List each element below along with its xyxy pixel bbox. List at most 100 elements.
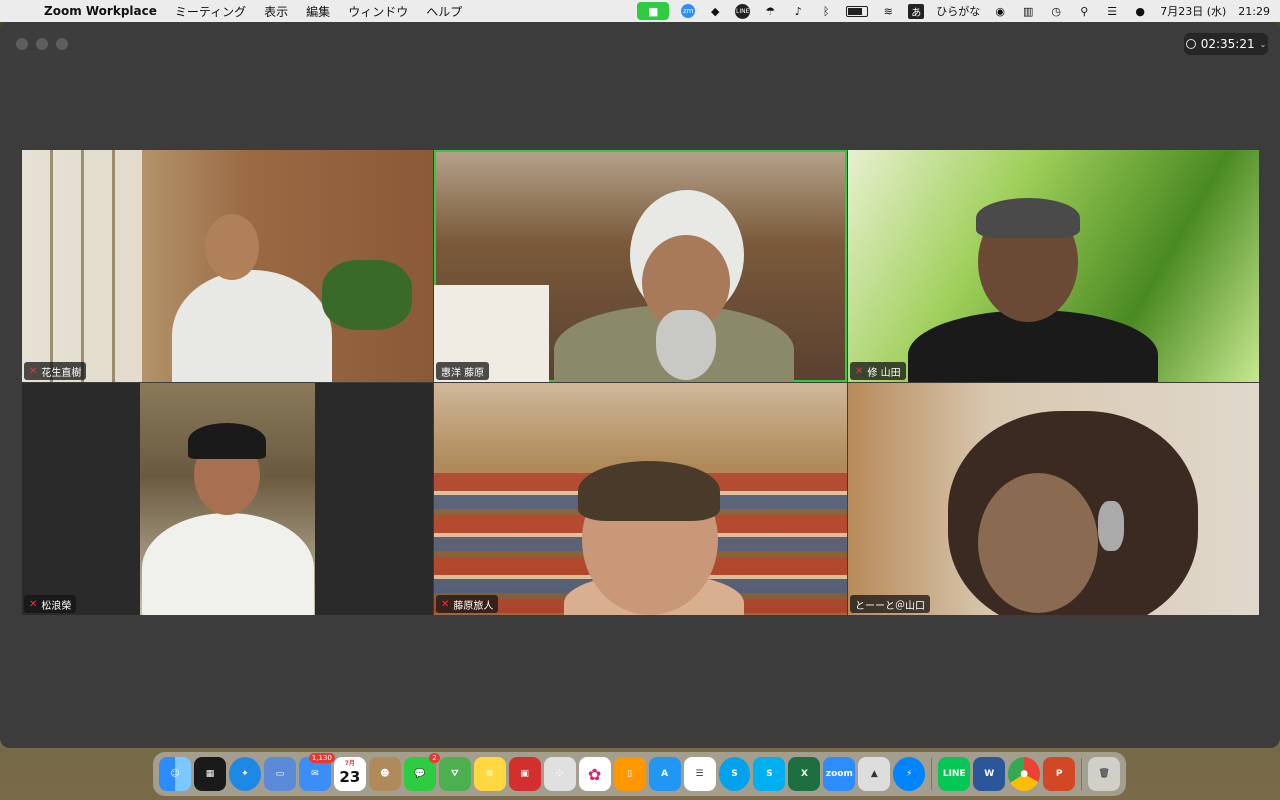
menu-window[interactable]: ウィンドウ bbox=[348, 3, 408, 20]
word-icon[interactable]: W bbox=[973, 757, 1006, 791]
chevron-down-icon: ⌄ bbox=[1259, 39, 1267, 49]
participant-cap bbox=[188, 423, 266, 459]
battery-icon[interactable] bbox=[846, 5, 869, 17]
participant-name-tag: ✕ 松浪榮 bbox=[24, 595, 77, 613]
participant-beard bbox=[656, 310, 716, 380]
participant-name-tag: とーーと＠山口 bbox=[850, 595, 930, 613]
menubar-date[interactable]: 7月23日 (水) bbox=[1160, 3, 1226, 19]
spotlight-search-icon[interactable]: ⚲ bbox=[1076, 4, 1092, 18]
calendar-month: 7月 bbox=[344, 760, 355, 767]
menu-edit[interactable]: 編集 bbox=[306, 3, 330, 20]
control-center-icon[interactable]: ☰ bbox=[1104, 4, 1120, 18]
line-icon[interactable]: LINE bbox=[938, 757, 971, 791]
participant-name-tag: ✕ 花生直樹 bbox=[24, 362, 87, 380]
weather-icon[interactable]: ☂ bbox=[762, 4, 778, 18]
launchpad-icon[interactable]: ⁘ bbox=[543, 757, 576, 791]
video-tile[interactable]: ✕ 修 山田 bbox=[848, 150, 1259, 382]
skype-for-business-icon[interactable]: S bbox=[753, 757, 786, 791]
video-tile[interactable]: ✕ 松浪榮 bbox=[22, 383, 433, 615]
siri-icon[interactable]: ● bbox=[1132, 4, 1148, 18]
meeting-timer[interactable]: 02:35:21 ⌄ bbox=[1184, 33, 1268, 55]
participant-body bbox=[142, 513, 314, 615]
user-icon[interactable]: ◉ bbox=[992, 4, 1008, 18]
menu-meeting[interactable]: ミーティング bbox=[175, 3, 246, 20]
window-controls bbox=[16, 38, 68, 50]
volume-icon[interactable]: ♪ bbox=[790, 4, 806, 18]
maps-icon[interactable]: ⛛ bbox=[438, 757, 471, 791]
photos-icon[interactable]: ✿ bbox=[578, 757, 611, 791]
meeting-timer-value: 02:35:21 bbox=[1200, 37, 1255, 51]
participant-name-tag: 惠洋 藤原 bbox=[436, 362, 490, 380]
participant-name: 松浪榮 bbox=[41, 600, 72, 612]
wifi-icon[interactable]: ≋ bbox=[880, 4, 896, 18]
menu-help[interactable]: ヘルプ bbox=[426, 3, 462, 20]
zoom-video-icon[interactable]: ■ bbox=[637, 2, 670, 20]
time-machine-icon[interactable]: ◷ bbox=[1048, 4, 1064, 18]
participant-name: 修 山田 bbox=[867, 367, 901, 379]
close-window-button[interactable] bbox=[16, 38, 28, 50]
reminders-icon[interactable]: ☰ bbox=[683, 757, 716, 791]
menu-bar: Zoom Workplace ミーティング 表示 編集 ウィンドウ ヘルプ ■ … bbox=[0, 0, 1280, 22]
powerpoint-icon[interactable]: P bbox=[1043, 757, 1076, 791]
excel-icon[interactable]: X bbox=[788, 757, 821, 791]
mail-badge: 1,130 bbox=[308, 753, 335, 763]
video-tile[interactable]: ✕ 花生直樹 bbox=[22, 150, 433, 382]
zoom-window-button[interactable] bbox=[56, 38, 68, 50]
clock-icon bbox=[1185, 39, 1196, 49]
input-method-icon[interactable]: あ bbox=[908, 3, 925, 19]
input-method-label[interactable]: ひらがな bbox=[936, 3, 980, 19]
mic-muted-icon: ✕ bbox=[29, 365, 38, 377]
app-name-menu[interactable]: Zoom Workplace bbox=[44, 4, 157, 18]
video-tile-active-speaker[interactable]: 惠洋 藤原 bbox=[434, 150, 847, 382]
menu-view[interactable]: 表示 bbox=[264, 3, 288, 20]
chrome-icon[interactable]: ● bbox=[1008, 757, 1041, 791]
calendar-day: 23 bbox=[339, 768, 361, 786]
participant-name: 藤原旅人 bbox=[453, 600, 494, 612]
mission-control-icon[interactable]: ▦ bbox=[193, 757, 226, 791]
participant-name: 惠洋 藤原 bbox=[441, 367, 485, 379]
participant-name: 花生直樹 bbox=[41, 367, 82, 379]
plant bbox=[322, 260, 412, 330]
video-tile[interactable]: ✕ 藤原旅人 bbox=[434, 383, 847, 615]
headphones bbox=[1098, 501, 1124, 551]
participant-name-tag: ✕ 藤原旅人 bbox=[436, 595, 499, 613]
messenger-icon[interactable]: ⚡ bbox=[893, 757, 926, 791]
participant-body bbox=[172, 270, 332, 382]
google-drive-icon[interactable]: ▲ bbox=[858, 757, 891, 791]
dock-separator bbox=[1081, 758, 1083, 790]
trash-icon[interactable]: 🗑 bbox=[1088, 757, 1121, 791]
dock-separator bbox=[931, 758, 933, 790]
line-status-icon[interactable]: LINE bbox=[735, 3, 751, 19]
skype-icon[interactable]: S bbox=[718, 757, 751, 791]
mic-muted-icon: ✕ bbox=[29, 598, 38, 610]
messages-icon[interactable]: 💬 2 bbox=[403, 753, 440, 791]
video-gallery: ✕ 花生直樹 惠洋 藤原 ✕ 修 山田 ✕ 松浪榮 ✕ 藤原旅人 とーーと＠山口 bbox=[22, 150, 1259, 615]
finder-icon[interactable]: ☺ bbox=[159, 757, 191, 791]
notes-icon[interactable]: ≡ bbox=[473, 757, 506, 791]
contacts-icon[interactable]: ☻ bbox=[368, 757, 401, 791]
shoji-door bbox=[22, 150, 142, 382]
participant-name: とーーと＠山口 bbox=[855, 600, 925, 612]
bluetooth-icon[interactable]: ᛒ bbox=[818, 4, 834, 18]
dock: ☺ ▦ ✦ ▭ ✉ 1,130 7月 23 ☻ 💬 2 ⛛ ≡ ▣ ⁘ ✿ ▯ A … bbox=[153, 752, 1126, 796]
zoom-icon[interactable]: zoom bbox=[823, 757, 856, 791]
zoom-status-icon[interactable]: zm bbox=[681, 4, 696, 18]
app-store-icon[interactable]: A bbox=[648, 757, 681, 791]
safari-icon[interactable]: ✦ bbox=[228, 757, 261, 791]
zoom-meeting-window: 02:35:21 ⌄ ✕ 花生直樹 惠洋 藤原 ✕ 修 山田 ✕ 松浪榮 ✕ 藤… bbox=[0, 22, 1280, 748]
participant-hair bbox=[976, 198, 1080, 238]
mail-icon[interactable]: ✉ 1,130 bbox=[298, 753, 335, 791]
minimize-window-button[interactable] bbox=[36, 38, 48, 50]
photo-booth-icon[interactable]: ▣ bbox=[508, 757, 541, 791]
video-tile[interactable]: とーーと＠山口 bbox=[848, 383, 1259, 615]
dropbox-icon[interactable]: ◆ bbox=[707, 4, 723, 18]
menubar-time[interactable]: 21:29 bbox=[1238, 5, 1270, 18]
preview-icon[interactable]: ▭ bbox=[263, 757, 296, 791]
calendar-icon[interactable]: 7月 23 bbox=[333, 757, 366, 791]
participant-head bbox=[978, 473, 1098, 613]
participant-name-tag: ✕ 修 山田 bbox=[850, 362, 906, 380]
participant-head bbox=[205, 214, 259, 280]
books-icon[interactable]: ▯ bbox=[613, 757, 646, 791]
keyboard-icon[interactable]: ▥ bbox=[1020, 4, 1036, 18]
mic-muted-icon: ✕ bbox=[441, 598, 450, 610]
